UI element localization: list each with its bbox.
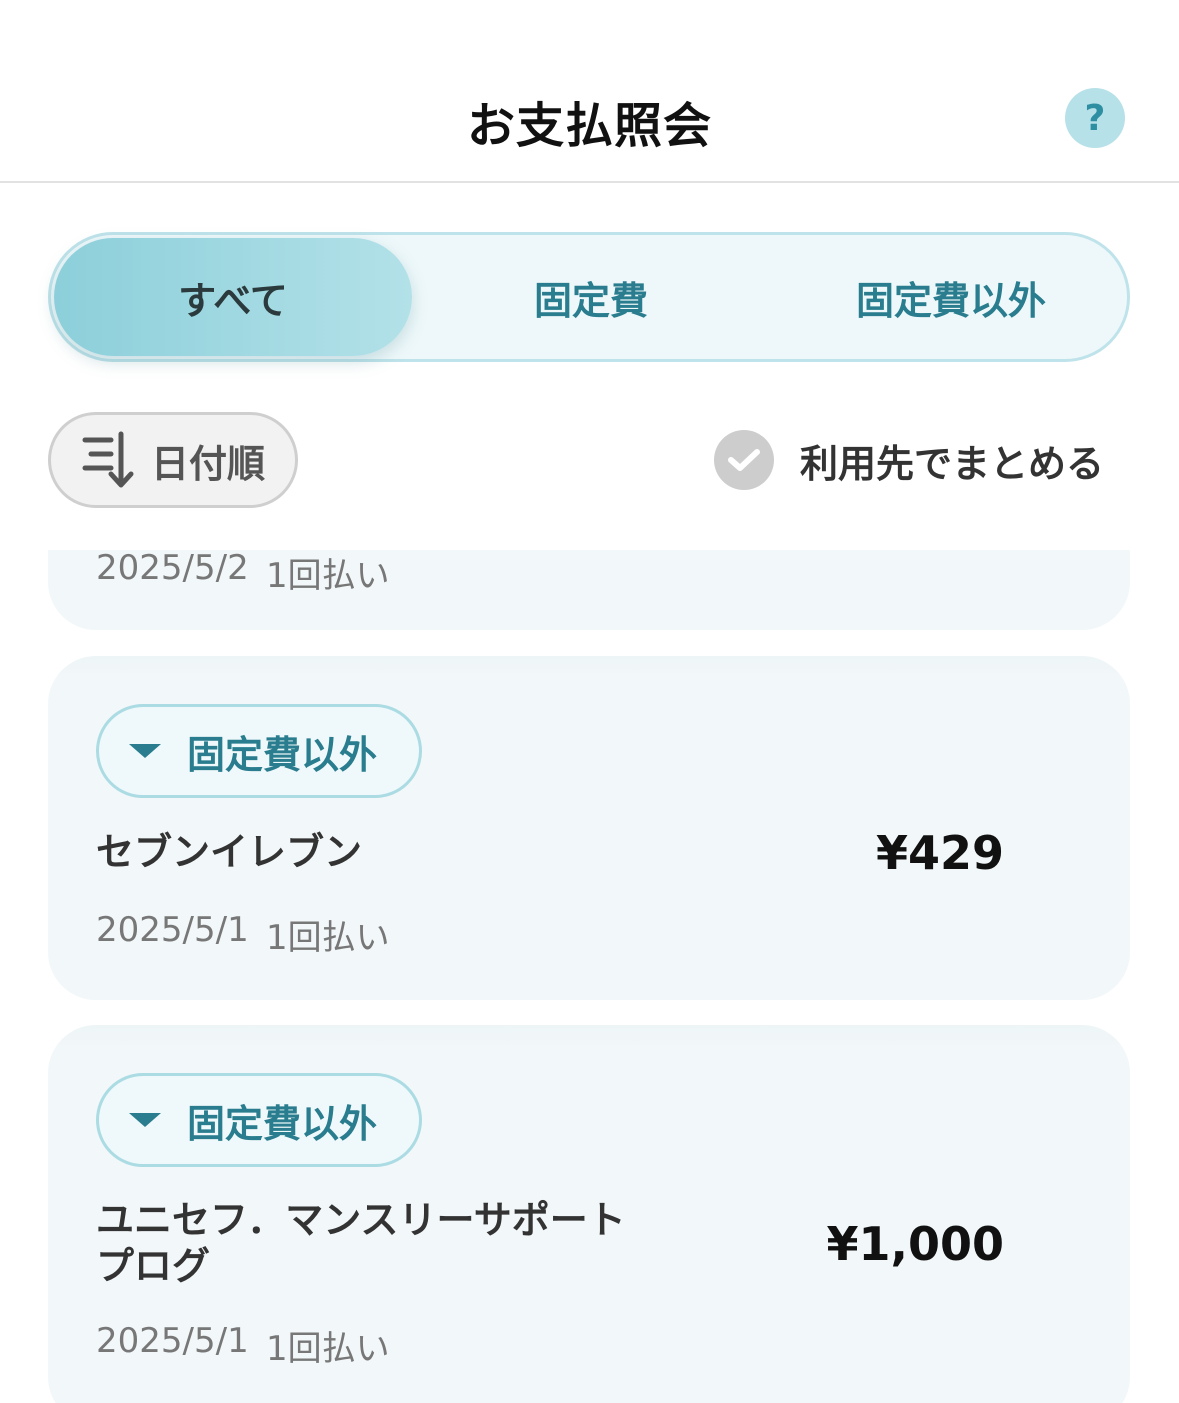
page-title: お支払照会 [466, 98, 712, 154]
triangle-down-icon [129, 744, 161, 758]
payment-inquiry-screen: お支払照会 ? すべて 固定費 固定費以外 日付順 利用先でまとめる 2025/… [0, 0, 1179, 1403]
merchant-name: セブンイレブン [96, 830, 363, 874]
category-label: 固定費以外 [187, 732, 378, 777]
category-chip[interactable]: 固定費以外 [96, 704, 422, 798]
sort-button[interactable]: 日付順 [48, 412, 298, 508]
category-label: 固定費以外 [187, 1101, 378, 1146]
tab-all[interactable]: すべて [54, 238, 412, 356]
question-icon: ? [1084, 97, 1106, 139]
payment-installment: 1回払い [266, 556, 390, 596]
payment-date: 2025/5/1 [96, 910, 249, 950]
sort-label: 日付順 [151, 441, 266, 486]
tab-non-fixed-costs[interactable]: 固定費以外 [771, 235, 1131, 359]
payment-card[interactable]: 2025/5/2 1回払い [48, 550, 1130, 630]
tab-fixed-costs[interactable]: 固定費 [411, 235, 771, 359]
triangle-down-icon [129, 1113, 161, 1127]
header: お支払照会 ? [0, 0, 1179, 183]
merchant-name: ユニセフ．マンスリーサポートプログ [96, 1198, 626, 1288]
group-by-merchant-toggle[interactable]: 利用先でまとめる [714, 430, 1104, 490]
check-icon [714, 430, 774, 490]
payment-amount: ¥429 [875, 826, 1004, 880]
payment-date: 2025/5/1 [96, 1321, 249, 1361]
payment-installment: 1回払い [266, 1329, 390, 1369]
payment-amount: ¥1,000 [826, 1217, 1004, 1271]
payment-card[interactable]: 固定費以外 ユニセフ．マンスリーサポートプログ ¥1,000 2025/5/1 … [48, 1025, 1130, 1403]
payment-installment: 1回払い [266, 918, 390, 958]
payment-card[interactable]: 固定費以外 セブンイレブン ¥429 2025/5/1 1回払い [48, 656, 1130, 1000]
filter-tabs: すべて 固定費 固定費以外 [48, 232, 1130, 362]
category-chip[interactable]: 固定費以外 [96, 1073, 422, 1167]
payment-date: 2025/5/2 [96, 550, 249, 588]
payment-list: 2025/5/2 1回払い 固定費以外 セブンイレブン ¥429 2025/5/… [0, 550, 1179, 1403]
sort-descending-icon [82, 431, 134, 488]
help-button[interactable]: ? [1065, 88, 1125, 148]
group-label: 利用先でまとめる [800, 441, 1105, 486]
